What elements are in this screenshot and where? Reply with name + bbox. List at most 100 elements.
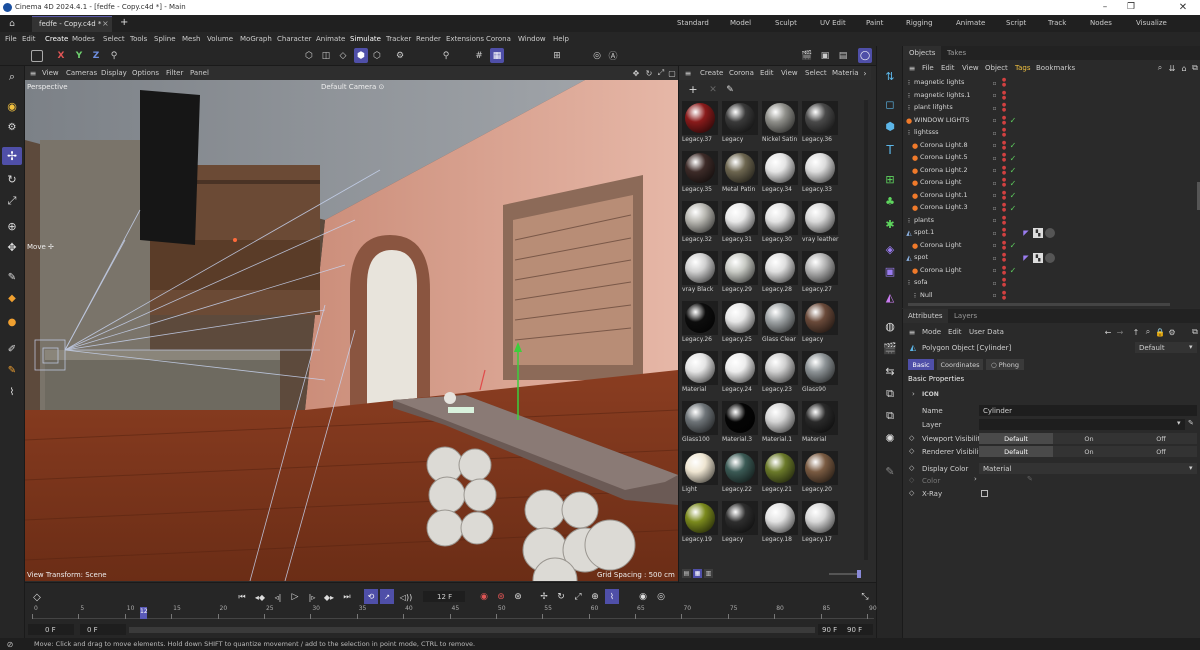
attribute-settings-icon[interactable]: ⚙ bbox=[1167, 326, 1177, 338]
layout-tab-model[interactable]: Model bbox=[730, 19, 751, 27]
autokey-icon[interactable]: ⊛ bbox=[495, 591, 507, 603]
material-swatch[interactable]: Material.1 bbox=[761, 400, 799, 448]
start-frame-field[interactable]: 0 F bbox=[28, 624, 74, 635]
prev-frame-icon[interactable]: ◃| bbox=[272, 591, 284, 603]
visibility-dots-icon[interactable]: ● ● bbox=[1001, 177, 1007, 189]
tab-takes[interactable]: Takes bbox=[943, 46, 973, 60]
material-swatch[interactable]: Legacy.27 bbox=[801, 250, 839, 298]
visibility-dots-icon[interactable]: ● ● bbox=[1001, 77, 1007, 89]
material-swatch[interactable]: Legacy.25 bbox=[721, 300, 759, 348]
object-search-icon[interactable]: ⌕ bbox=[1155, 62, 1165, 74]
object-menu-tags[interactable]: Tags bbox=[1015, 64, 1031, 72]
render-queue-icon[interactable]: ▣ bbox=[818, 49, 832, 62]
polygons-mode-icon[interactable]: ◇ bbox=[337, 49, 349, 62]
menu-volume[interactable]: Volume bbox=[207, 35, 233, 43]
knife-tool-icon[interactable]: ◆ bbox=[4, 290, 20, 306]
material-menu-materia[interactable]: Materia bbox=[832, 69, 859, 77]
object-row[interactable]: ◭ spot.1 ▫ ● ● ◤ ▚ bbox=[903, 227, 1200, 240]
live-selection-icon[interactable]: ◉ bbox=[4, 98, 20, 114]
attribute-menu-edit[interactable]: Edit bbox=[948, 328, 962, 336]
render-object-icon[interactable]: ⇆ bbox=[882, 363, 898, 379]
key-scale-icon[interactable]: ⤢ bbox=[572, 591, 584, 603]
material-swatch[interactable]: Material bbox=[801, 400, 839, 448]
play-icon[interactable]: ▷ bbox=[289, 591, 301, 603]
xray-checkbox[interactable] bbox=[981, 490, 988, 497]
magnet-tool-icon[interactable]: ⌇ bbox=[4, 384, 20, 400]
object-hscrollbar[interactable] bbox=[908, 303, 1170, 306]
attribute-hamburger-icon[interactable]: ≡ bbox=[907, 326, 917, 338]
viewport-visibility-off[interactable]: Off bbox=[1125, 433, 1197, 444]
material-tag-icon[interactable] bbox=[1045, 253, 1055, 263]
generator-icon[interactable]: ⊞ bbox=[882, 171, 898, 187]
mograph-icon[interactable]: ♣ bbox=[882, 193, 898, 209]
preset-dropdown[interactable]: Default ▾ bbox=[1135, 342, 1197, 353]
search-icon[interactable]: ⌕ bbox=[4, 70, 20, 84]
enabled-check-icon[interactable]: ✓ bbox=[1009, 266, 1017, 276]
tweak-icon[interactable]: ⚙ bbox=[4, 119, 20, 135]
layout-tab-paint[interactable]: Paint bbox=[866, 19, 883, 27]
material-swatch[interactable]: Material bbox=[681, 350, 719, 398]
icon-section-label[interactable]: ICON bbox=[922, 391, 939, 398]
menu-animate[interactable]: Animate bbox=[316, 35, 345, 43]
material-swatch[interactable]: Legacy.31 bbox=[721, 200, 759, 248]
object-menu-object[interactable]: Object bbox=[985, 64, 1008, 72]
object-menu-view[interactable]: View bbox=[962, 64, 979, 72]
material-swatch[interactable]: Glass90 bbox=[801, 350, 839, 398]
material-swatch[interactable]: Legacy.36 bbox=[801, 100, 839, 148]
enabled-check-icon[interactable]: ✓ bbox=[1009, 141, 1017, 151]
material-swatch[interactable]: Light bbox=[681, 450, 719, 498]
viewport-zoom-icon[interactable]: ⤢ bbox=[656, 67, 666, 79]
viewport-menu-panel[interactable]: Panel bbox=[190, 69, 209, 77]
object-mode-icon[interactable]: ⬡ bbox=[371, 49, 383, 62]
takes-icon[interactable]: ⧉ bbox=[882, 386, 898, 402]
enabled-check-icon[interactable]: ✓ bbox=[1009, 166, 1017, 176]
menu-mograph[interactable]: MoGraph bbox=[240, 35, 272, 43]
close-window-button[interactable]: ✕ bbox=[1176, 2, 1190, 13]
timeline-expand-icon[interactable]: ⤡ bbox=[859, 591, 871, 603]
material-swatch[interactable]: Legacy.22 bbox=[721, 450, 759, 498]
material-menu-select[interactable]: Select bbox=[805, 69, 827, 77]
close-tab-icon[interactable]: × bbox=[102, 19, 109, 28]
visibility-dots-icon[interactable]: ● ● bbox=[1001, 165, 1007, 177]
subtab-phong[interactable]: ○ Phong bbox=[986, 359, 1024, 370]
points-mode-icon[interactable]: ⬡ bbox=[303, 49, 315, 62]
attribute-menu-mode[interactable]: Mode bbox=[922, 328, 941, 336]
display-color-dropdown[interactable]: Material ▾ bbox=[979, 463, 1197, 474]
object-row[interactable]: ● Corona Light.2 ▫ ● ● ✓ bbox=[903, 165, 1200, 178]
material-swatch[interactable]: Legacy.37 bbox=[681, 100, 719, 148]
layer-field[interactable] bbox=[979, 419, 1185, 430]
viewport-menu-display[interactable]: Display bbox=[101, 69, 127, 77]
workplane-icon[interactable]: ▦ bbox=[490, 48, 504, 63]
menu-character[interactable]: Character bbox=[277, 35, 312, 43]
object-menu-file[interactable]: File bbox=[922, 64, 934, 72]
subtab-coordinates[interactable]: Coordinates bbox=[937, 359, 983, 370]
material-swatch[interactable]: Legacy.28 bbox=[761, 250, 799, 298]
list-view-icon[interactable]: ▦ bbox=[693, 569, 702, 578]
visibility-dots-icon[interactable]: ● ● bbox=[1001, 215, 1007, 227]
renderer-visibility-off[interactable]: Off bbox=[1125, 446, 1197, 457]
menu-edit[interactable]: Edit bbox=[22, 35, 36, 43]
keyframe-diamond-icon[interactable]: ◇ bbox=[31, 591, 43, 603]
key-pla-icon[interactable]: ⌇ bbox=[605, 589, 619, 604]
eyedropper-icon[interactable]: ✎ bbox=[724, 83, 736, 96]
goto-start-icon[interactable]: ⏮ bbox=[236, 591, 248, 603]
rotate-tool-icon[interactable]: ↻ bbox=[4, 171, 20, 187]
sculpt-tool-icon[interactable]: ✐ bbox=[4, 341, 20, 357]
material-swatch[interactable]: Glass100 bbox=[681, 400, 719, 448]
material-swatch[interactable]: Legacy.20 bbox=[801, 450, 839, 498]
viewport-menu-cameras[interactable]: Cameras bbox=[66, 69, 97, 77]
layer-dot-icon[interactable]: ▫ bbox=[991, 267, 998, 275]
material-swatch[interactable]: Legacy.19 bbox=[681, 500, 719, 548]
material-swatch[interactable]: Legacy.24 bbox=[721, 350, 759, 398]
subtab-basic[interactable]: Basic bbox=[908, 359, 934, 370]
layout-tab-visualize[interactable]: Visualize bbox=[1136, 19, 1167, 27]
spline-pen-icon[interactable]: ✎ bbox=[4, 269, 20, 285]
camera-object-icon[interactable]: ▣ bbox=[882, 263, 898, 279]
object-row[interactable]: ⁝ sofa ▫ ● ● bbox=[903, 277, 1200, 290]
object-row[interactable]: ● WINDOW LIGHTS ▫ ● ● ✓ bbox=[903, 115, 1200, 128]
object-row[interactable]: ⁝ Null ▫ ● ● bbox=[903, 290, 1200, 303]
layout-tab-rigging[interactable]: Rigging bbox=[906, 19, 933, 27]
material-menu-view[interactable]: View bbox=[781, 69, 798, 77]
sky-icon[interactable]: ✺ bbox=[882, 430, 898, 446]
next-key-icon[interactable]: ◆▸ bbox=[323, 591, 335, 603]
